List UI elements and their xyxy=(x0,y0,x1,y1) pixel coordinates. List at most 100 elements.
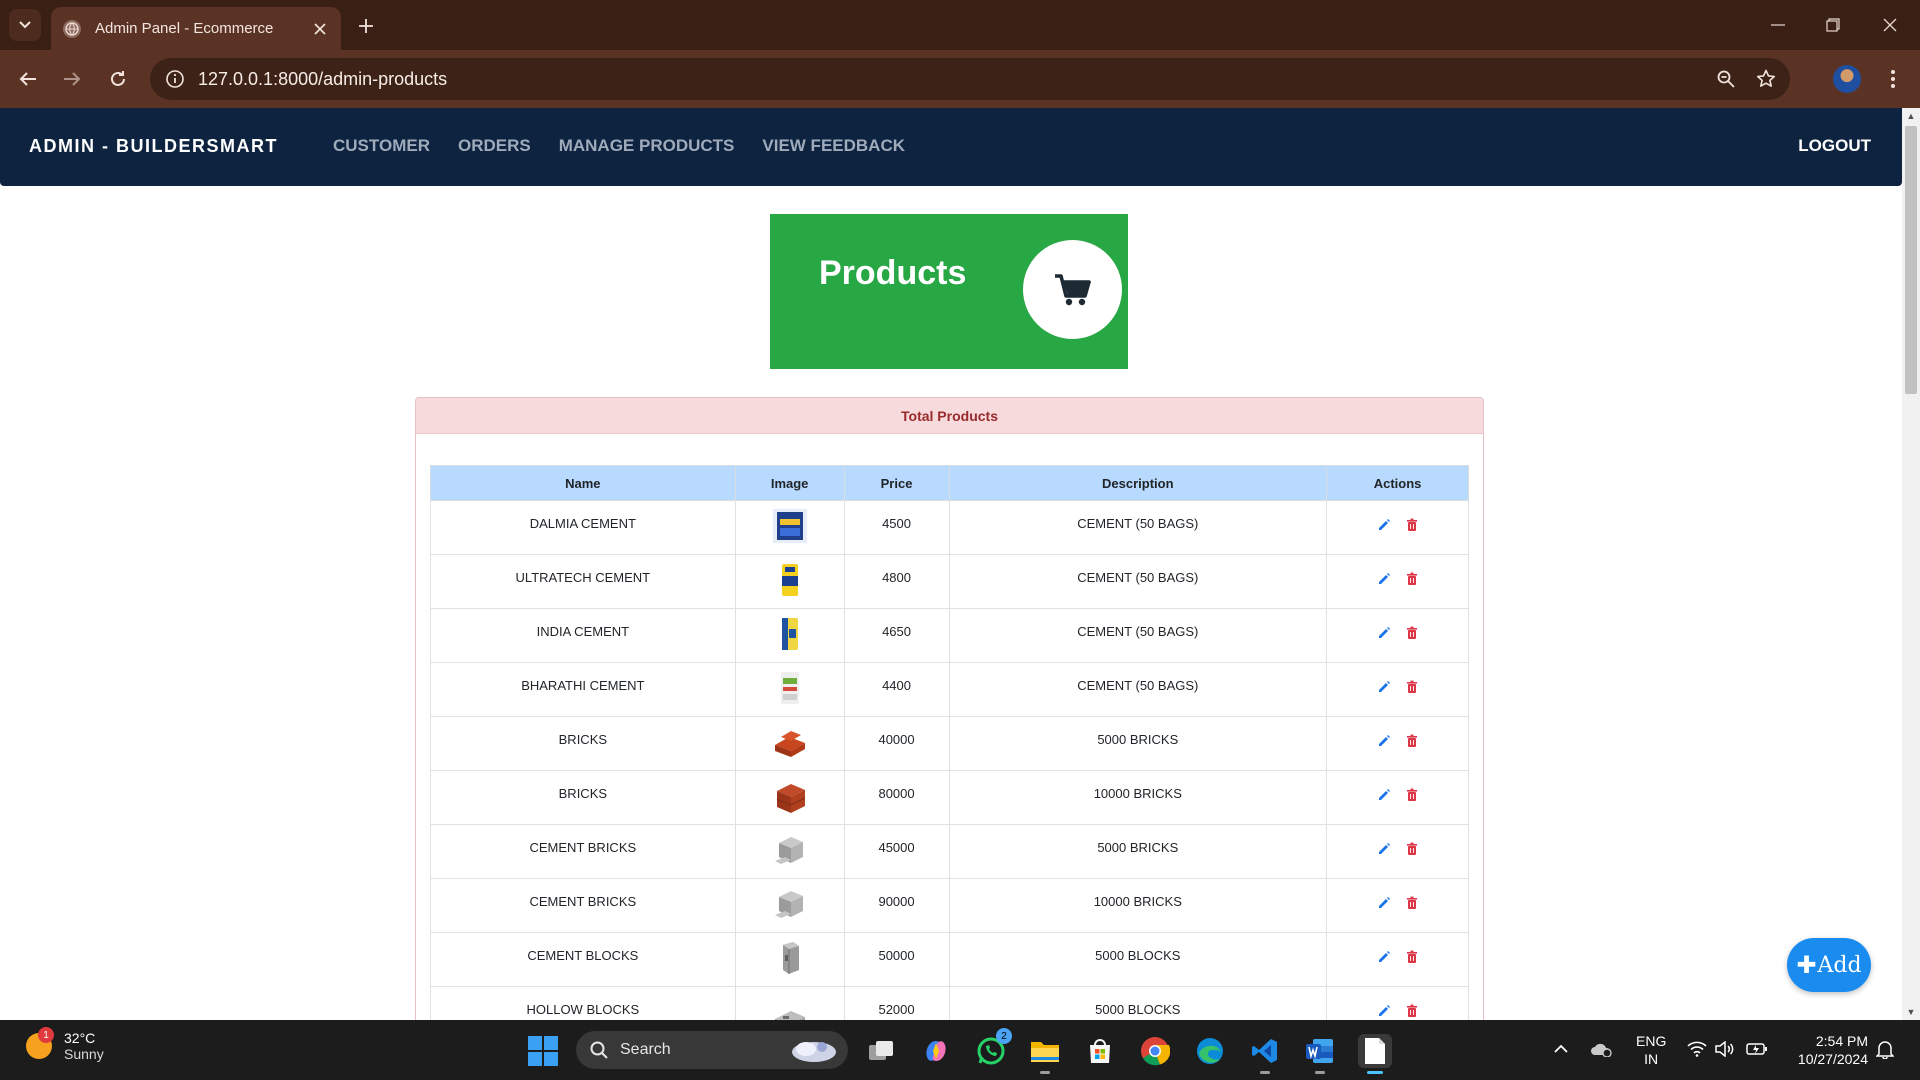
clock[interactable]: 2:54 PM 10/27/2024 xyxy=(1786,1032,1868,1068)
product-name: HOLLOW BLOCKS xyxy=(430,986,736,1020)
reload-icon xyxy=(111,71,125,86)
pencil-icon[interactable] xyxy=(1377,896,1391,910)
running-indicator xyxy=(1040,1071,1050,1074)
nav-link-orders[interactable]: ORDERS xyxy=(458,136,531,156)
product-description: CEMENT (50 BAGS) xyxy=(948,500,1328,555)
trash-icon[interactable] xyxy=(1405,842,1419,856)
profile-avatar[interactable] xyxy=(1833,65,1861,93)
language-region: IN xyxy=(1644,1051,1659,1067)
scroll-up-arrow[interactable]: ▲ xyxy=(1902,108,1920,124)
browser-toolbar: 127.0.0.1:8000/admin-products xyxy=(0,50,1920,108)
trash-icon[interactable] xyxy=(1405,572,1419,586)
back-button[interactable] xyxy=(12,63,44,95)
notification-bell-icon[interactable] xyxy=(1874,1038,1896,1060)
running-indicator xyxy=(1315,1071,1325,1074)
edge-icon[interactable] xyxy=(1193,1034,1227,1068)
product-image xyxy=(780,672,799,704)
bookmark-star-icon[interactable] xyxy=(1750,63,1782,95)
product-price: 90000 xyxy=(843,878,950,933)
product-image-cell xyxy=(734,716,845,771)
chevron-up-icon[interactable] xyxy=(1550,1038,1572,1060)
trash-icon[interactable] xyxy=(1405,1004,1419,1018)
tab-search-button[interactable] xyxy=(9,9,41,41)
battery-icon[interactable] xyxy=(1746,1038,1768,1060)
copilot-icon[interactable] xyxy=(919,1034,953,1068)
trash-icon[interactable] xyxy=(1405,896,1419,910)
product-description: 5000 BRICKS xyxy=(948,716,1328,771)
nav-link-view-feedback[interactable]: VIEW FEEDBACK xyxy=(762,136,905,156)
logout-link[interactable]: LOGOUT xyxy=(1798,136,1871,156)
pencil-icon[interactable] xyxy=(1377,680,1391,694)
product-image xyxy=(774,837,803,864)
brand-title[interactable]: ADMIN - BUILDERSMART xyxy=(29,136,278,157)
column-header-price: Price xyxy=(843,465,950,501)
plus-icon xyxy=(359,19,373,33)
product-description: CEMENT (50 BAGS) xyxy=(948,662,1328,717)
microsoft-store-icon[interactable] xyxy=(1083,1034,1117,1068)
windows-start-icon[interactable] xyxy=(528,1036,558,1066)
address-bar[interactable]: 127.0.0.1:8000/admin-products xyxy=(150,58,1790,100)
product-actions xyxy=(1326,770,1469,825)
chrome-icon[interactable] xyxy=(1138,1034,1172,1068)
pencil-icon[interactable] xyxy=(1377,1004,1391,1018)
trash-icon[interactable] xyxy=(1405,788,1419,802)
new-tab-button[interactable] xyxy=(352,12,380,40)
whatsapp-icon[interactable]: 2 xyxy=(974,1028,1012,1068)
restore-icon xyxy=(1826,18,1840,32)
pencil-icon[interactable] xyxy=(1377,572,1391,586)
trash-icon[interactable] xyxy=(1405,518,1419,532)
product-image xyxy=(774,891,803,918)
wifi-icon[interactable] xyxy=(1686,1038,1708,1060)
pencil-icon[interactable] xyxy=(1377,518,1391,532)
forward-button[interactable] xyxy=(56,63,88,95)
pencil-icon[interactable] xyxy=(1377,734,1391,748)
pencil-icon[interactable] xyxy=(1377,950,1391,964)
onedrive-icon[interactable] xyxy=(1590,1038,1612,1060)
word-icon[interactable] xyxy=(1303,1034,1337,1074)
table-row: BRICKS 80000 10000 BRICKS xyxy=(430,770,1469,825)
trash-icon[interactable] xyxy=(1405,950,1419,964)
scrollbar-thumb[interactable] xyxy=(1905,126,1917,394)
language-indicator[interactable]: ENG IN xyxy=(1636,1032,1666,1068)
trash-icon[interactable] xyxy=(1405,680,1419,694)
nav-link-customer[interactable]: CUSTOMER xyxy=(333,136,430,156)
pencil-icon[interactable] xyxy=(1377,626,1391,640)
pencil-icon[interactable] xyxy=(1377,788,1391,802)
close-window-button[interactable] xyxy=(1872,10,1908,40)
nav-link-manage-products[interactable]: MANAGE PRODUCTS xyxy=(559,136,735,156)
close-tab-icon[interactable] xyxy=(307,16,333,42)
restore-button[interactable] xyxy=(1815,10,1851,40)
add-product-button[interactable]: ✚ Add xyxy=(1787,938,1871,992)
browser-tab-active[interactable]: Admin Panel - Ecommerce xyxy=(51,7,341,50)
product-price: 80000 xyxy=(843,770,950,825)
column-header-image: Image xyxy=(734,465,845,501)
scroll-down-arrow[interactable]: ▼ xyxy=(1902,1004,1920,1020)
minimize-button[interactable] xyxy=(1760,10,1796,40)
vscode-icon[interactable] xyxy=(1248,1034,1282,1074)
zoom-icon[interactable] xyxy=(1710,63,1742,95)
reload-button[interactable] xyxy=(102,63,134,95)
whatsapp-badge: 2 xyxy=(996,1028,1012,1044)
browser-menu-button[interactable] xyxy=(1878,63,1908,95)
sun-icon: 1 xyxy=(26,1027,54,1059)
task-view-icon[interactable] xyxy=(864,1034,898,1068)
volume-icon[interactable] xyxy=(1714,1038,1736,1060)
url-text[interactable]: 127.0.0.1:8000/admin-products xyxy=(198,69,1710,90)
product-actions xyxy=(1326,500,1469,555)
notepad-icon[interactable] xyxy=(1358,1034,1392,1074)
pencil-icon[interactable] xyxy=(1377,842,1391,856)
site-info-icon[interactable] xyxy=(164,68,186,90)
file-explorer-icon[interactable] xyxy=(1028,1034,1062,1074)
product-price: 52000 xyxy=(843,986,950,1020)
trash-icon[interactable] xyxy=(1405,626,1419,640)
page-scrollbar[interactable]: ▲ ▼ xyxy=(1902,108,1920,1020)
running-indicator xyxy=(1260,1071,1270,1074)
table-row: ULTRATECH CEMENT 4800 CEMENT (50 BAGS) xyxy=(430,554,1469,609)
product-image xyxy=(782,942,799,974)
weather-temperature: 32°C xyxy=(64,1030,96,1046)
product-price: 45000 xyxy=(843,824,950,879)
weather-widget[interactable]: 1 32°C Sunny xyxy=(26,1027,104,1062)
trash-icon[interactable] xyxy=(1405,734,1419,748)
taskbar-search[interactable]: Search xyxy=(576,1031,848,1069)
product-actions xyxy=(1326,662,1469,717)
